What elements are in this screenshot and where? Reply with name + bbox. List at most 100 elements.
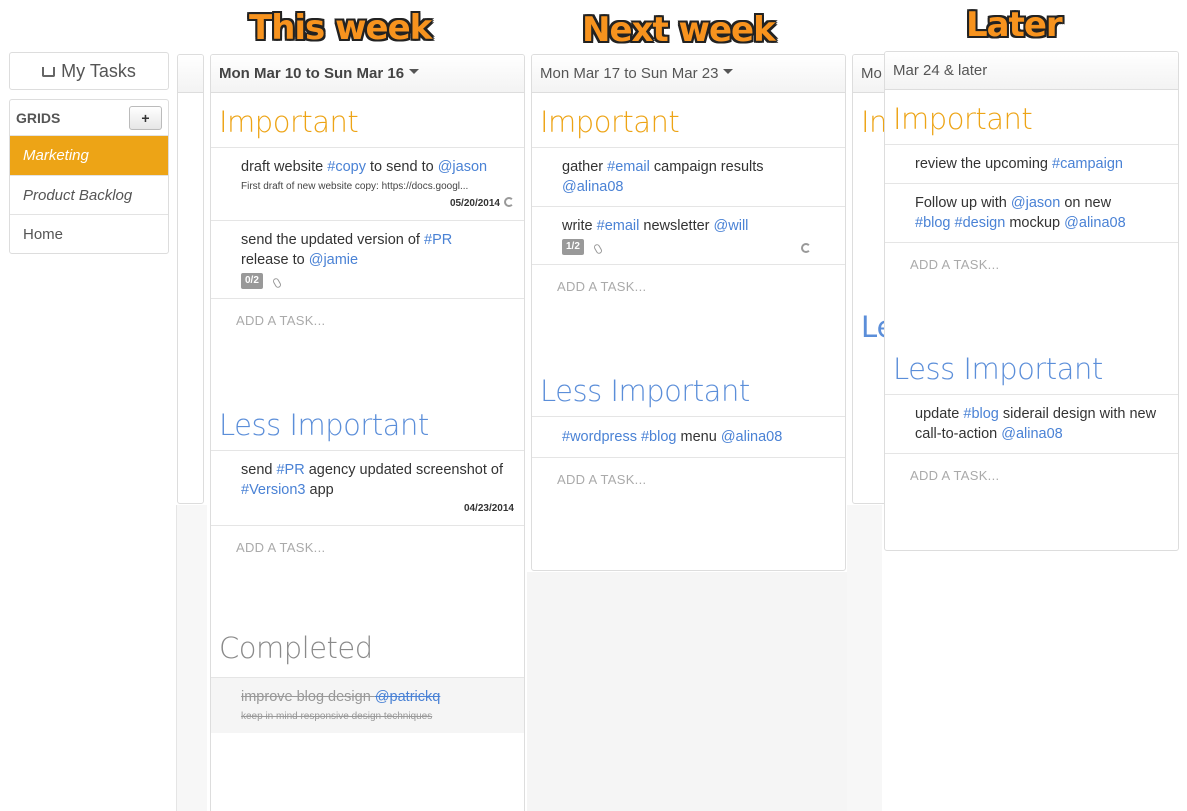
week-selector[interactable]: Mon Mar 17 to Sun Mar 23 [532,55,845,93]
task-meta: 0/2 [241,273,514,289]
hashtag-link[interactable]: #blog [963,406,998,422]
hashtag-link[interactable]: #Version3 [241,482,306,498]
mention-link[interactable]: @patrickq [375,689,441,705]
add-task-input[interactable]: ADD A TASK... [885,453,1178,497]
task-item[interactable]: write #email newsletter @will 1/2 [532,206,845,264]
sidebar: My Tasks GRIDS + Marketing Product Backl… [9,52,169,254]
later-panel: Mar 24 & later Important review the upco… [884,51,1179,551]
caret-down-icon [723,69,734,74]
hashtag-link[interactable]: #email [597,218,640,234]
next-week-overlay-title: Next week [582,10,776,50]
later-range-label: Mar 24 & later [893,62,988,79]
task-item[interactable]: update #blog siderail design with new ca… [885,394,1178,453]
background-strip [847,505,882,811]
task-due-date: 04/23/2014 [463,503,514,514]
add-task-input[interactable]: ADD A TASK... [532,457,845,501]
mention-link[interactable]: @alina08 [1064,215,1125,231]
task-text: update [915,406,964,422]
mention-link[interactable]: @jason [438,159,487,175]
repeat-icon [801,243,811,253]
hashtag-link[interactable]: #wordpress [562,429,637,445]
this-week-panel: Mon Mar 10 to Sun Mar 16 Important draft… [210,54,525,811]
later-header[interactable]: Mar 24 & later [885,52,1178,90]
hashtag-link[interactable]: #design [955,215,1006,231]
grids-label: GRIDS [16,109,61,126]
sidebar-item-marketing[interactable]: Marketing [10,136,168,175]
hashtag-link[interactable]: #blog [641,429,676,445]
previous-week-panel-partial [177,54,204,504]
inbox-tray-icon [42,67,56,77]
task-meta: 1/2 [562,239,835,255]
completed-section-title: Completed [219,631,373,665]
important-section-title: Important [540,105,680,139]
less-important-section-title: Less Important [219,408,429,442]
subtask-count-badge: 1/2 [562,239,584,255]
my-tasks-label: My Tasks [61,60,136,81]
week-range-label: Mon Mar 10 to Sun Mar 16 [219,65,405,82]
grids-header: GRIDS + [10,100,168,136]
task-note: keep in mind responsive design technique… [241,711,433,722]
caret-down-icon [409,69,420,74]
add-task-input[interactable]: ADD A TASK... [885,242,1178,286]
task-text: send the updated version of [241,232,424,248]
add-task-input[interactable]: ADD A TASK... [211,298,524,342]
task-item[interactable]: review the upcoming #campaign [885,144,1178,183]
background-strip [176,505,207,811]
my-tasks-button[interactable]: My Tasks [9,52,169,90]
add-task-input[interactable]: ADD A TASK... [532,264,845,308]
task-item[interactable]: send #PR agency updated screenshot of #V… [211,450,524,525]
mention-link[interactable]: @alina08 [1001,426,1062,442]
due-date-text: 05/20/2014 [449,198,500,209]
mention-link[interactable]: @jason [1011,195,1060,211]
task-text: mockup [1005,215,1065,231]
mention-link[interactable]: @alina08 [721,429,782,445]
task-item[interactable]: #wordpress #blog menu @alina08 [532,416,845,457]
task-text: agency updated screenshot of [304,462,504,478]
task-item[interactable]: send the updated version of #PR release … [211,220,524,298]
sidebar-item-home[interactable]: Home [10,214,168,253]
task-due-date: 05/20/2014 [241,196,514,211]
important-section-title: Important [219,105,359,139]
task-item[interactable]: draft website #copy to send to @jason Fi… [211,147,524,220]
task-text: send [241,462,277,478]
hashtag-link[interactable]: #PR [424,232,452,248]
task-item[interactable]: gather #email campaign results @alina08 [532,147,845,206]
hashtag-link[interactable]: #copy [327,159,366,175]
completed-task-item[interactable]: improve blog design @patrickq keep in mi… [211,677,524,733]
task-text: write [562,218,597,234]
background-area [527,572,847,811]
less-important-section-title: Less Important [893,352,1103,386]
task-text: to send to [365,159,438,175]
hashtag-link[interactable]: #PR [276,462,304,478]
mention-link[interactable]: @jamie [309,252,358,268]
task-text: menu [676,429,721,445]
task-text: Follow up with [915,195,1011,211]
paperclip-icon [271,277,283,289]
task-text: release to [241,252,309,268]
panel-header [178,55,203,93]
mention-link[interactable]: @will [714,218,749,234]
mention-link[interactable]: @alina08 [562,179,623,195]
grids-panel: GRIDS + Marketing Product Backlog Home [9,99,169,254]
next-week-panel: Mon Mar 17 to Sun Mar 23 Important gathe… [531,54,846,571]
task-text: review the upcoming [915,156,1053,172]
task-text: app [305,482,334,498]
task-text: newsletter [639,218,714,234]
add-grid-button[interactable]: + [129,105,162,130]
add-task-input[interactable]: ADD A TASK... [211,525,524,569]
task-item[interactable]: Follow up with @jason on new #blog #desi… [885,183,1178,242]
hashtag-link[interactable]: #blog [915,215,950,231]
subtask-count-badge: 0/2 [241,273,263,289]
task-text: improve blog design [241,689,375,705]
sidebar-item-product-backlog[interactable]: Product Backlog [10,175,168,214]
week-selector[interactable]: Mon Mar 10 to Sun Mar 16 [211,55,524,93]
later-overlay-title: Later [966,5,1063,45]
paperclip-icon [592,243,604,255]
hashtag-link[interactable]: #email [607,159,650,175]
hashtag-link[interactable]: #campaign [1052,156,1123,172]
repeat-icon [504,197,514,207]
task-note: First draft of new website copy: https:/… [241,181,469,192]
task-text: campaign results [649,159,764,175]
